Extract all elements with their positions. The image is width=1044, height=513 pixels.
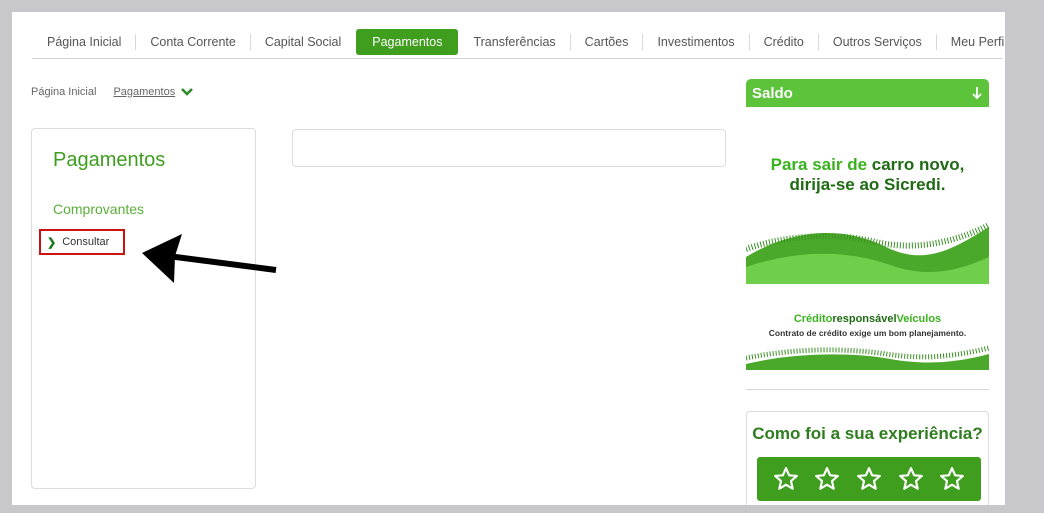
rating-question: Como foi a sua experiência?: [752, 424, 983, 443]
side-menu-section: Comprovantes: [53, 201, 145, 217]
star-icon[interactable]: [814, 466, 840, 492]
breadcrumb-home[interactable]: Página Inicial: [31, 86, 96, 98]
nav-cartoes[interactable]: Cartões: [571, 34, 644, 50]
chevron-down-icon[interactable]: [180, 87, 194, 97]
top-navigation: Página Inicial Conta Corrente Capital So…: [32, 26, 1005, 59]
rating-stars: [757, 457, 981, 501]
rating-widget: Como foi a sua experiência?: [746, 411, 989, 505]
green-wave-graphic: [746, 222, 989, 284]
green-wave-graphic: [746, 345, 989, 370]
nav-outros-servicos[interactable]: Outros Serviços: [819, 34, 937, 50]
nav-meu-perfil[interactable]: Meu Perfil: [937, 34, 1005, 50]
ad-banner-carro-novo[interactable]: Para sair de carro novo, dirija-se ao Si…: [746, 107, 989, 284]
menu-item-consultar[interactable]: ❯ Consultar: [39, 229, 125, 255]
divider: [746, 389, 989, 390]
saldo-label: Saldo: [752, 84, 793, 102]
breadcrumb: Página Inicial Pagamentos: [31, 86, 194, 98]
annotation-arrow-icon: [142, 234, 277, 283]
nav-pagina-inicial[interactable]: Página Inicial: [32, 34, 137, 50]
nav-capital-social[interactable]: Capital Social: [251, 34, 355, 50]
app-window: Página Inicial Conta Corrente Capital So…: [12, 12, 1005, 505]
breadcrumb-current[interactable]: Pagamentos: [113, 86, 175, 98]
menu-item-label: Consultar: [62, 236, 110, 248]
nav-transferencias[interactable]: Transferências: [459, 34, 571, 50]
ad-banner-credito-veiculos[interactable]: CréditoresponsávelVeículos Contrato de c…: [746, 302, 989, 370]
star-icon[interactable]: [856, 466, 882, 492]
star-icon[interactable]: [898, 466, 924, 492]
nav-credito[interactable]: Crédito: [750, 34, 819, 50]
content-box: [292, 129, 726, 167]
saldo-header[interactable]: Saldo: [746, 79, 989, 107]
nav-pagamentos[interactable]: Pagamentos: [356, 29, 459, 55]
side-menu-title: Pagamentos: [53, 149, 166, 171]
chevron-right-icon: ❯: [47, 236, 57, 249]
arrow-down-icon[interactable]: [971, 86, 983, 100]
side-menu: Pagamentos Comprovantes ❯ Consultar: [31, 128, 256, 489]
nav-conta-corrente[interactable]: Conta Corrente: [136, 34, 251, 50]
nav-investimentos[interactable]: Investimentos: [643, 34, 750, 50]
star-icon[interactable]: [939, 466, 965, 492]
star-icon[interactable]: [773, 466, 799, 492]
